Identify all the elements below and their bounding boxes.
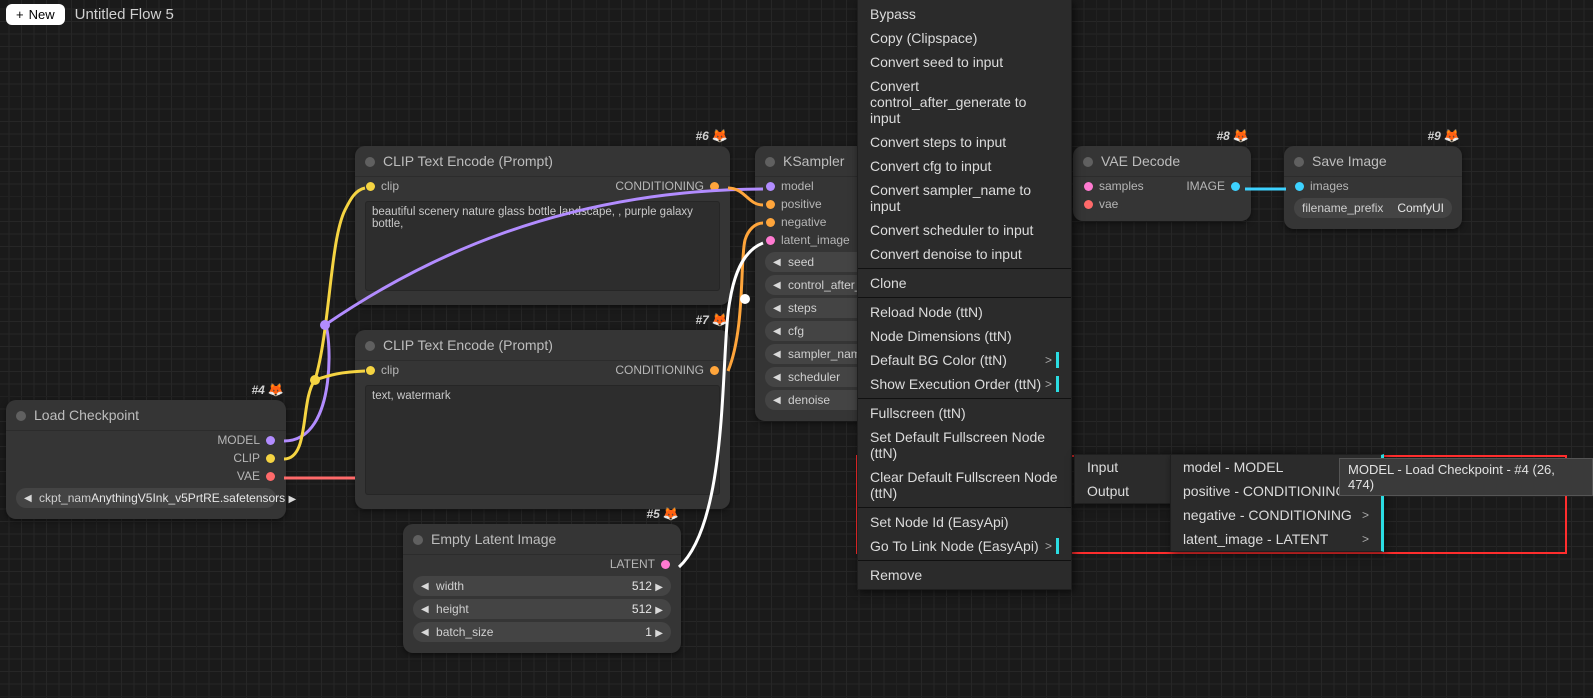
input-samples[interactable]: samples [1078,179,1144,193]
flow-title[interactable]: Untitled Flow 5 [75,6,174,23]
node-load-checkpoint[interactable]: #4🦊 Load Checkpoint MODEL CLIP VAE ◀ ckp… [6,400,286,519]
widget-batch-size[interactable]: ◀ batch_size1 ▶ [413,622,671,642]
menu-item[interactable]: Convert seed to input [858,50,1071,74]
menu-item[interactable]: Remove [858,563,1071,587]
submenu-item[interactable]: latent_image - LATENT> [1171,527,1381,551]
node-title: Save Image [1312,153,1387,169]
new-button[interactable]: + New [6,4,65,25]
widget-ckpt-name[interactable]: ◀ ckpt_nam AnythingV5Ink_v5PrtRE.safeten… [16,488,276,508]
reroute-model[interactable] [320,320,330,330]
menu-item[interactable]: Go To Link Node (EasyApi)> [858,534,1071,558]
node-clip-encode-negative[interactable]: #7🦊 CLIP Text Encode (Prompt) clip CONDI… [355,330,730,509]
node-title: CLIP Text Encode (Prompt) [383,153,553,169]
output-latent[interactable]: LATENT [610,557,676,571]
node-title: Load Checkpoint [34,407,139,423]
node-title: Empty Latent Image [431,531,556,547]
output-vae[interactable]: VAE [237,469,281,483]
node-title: KSampler [783,153,844,169]
menu-item[interactable]: Bypass [858,2,1071,26]
collapse-icon[interactable] [16,411,26,421]
input-negative[interactable]: negative [760,215,826,229]
input-latent-image[interactable]: latent_image [760,233,850,247]
output-model[interactable]: MODEL [217,433,281,447]
node-header[interactable]: VAE Decode [1073,146,1251,177]
collapse-icon[interactable] [1083,157,1093,167]
node-header[interactable]: CLIP Text Encode (Prompt) [355,330,730,361]
menu-item[interactable]: Fullscreen (ttN) [858,401,1071,425]
input-clip[interactable]: clip [360,363,399,377]
prompt-text[interactable]: text, watermark [365,385,720,495]
node-save-image[interactable]: #9🦊 Save Image images filename_prefixCom… [1284,146,1462,229]
context-link-target[interactable]: MODEL - Load Checkpoint - #4 (26, 474) [1339,458,1593,496]
plus-icon: + [16,7,24,22]
menu-item[interactable]: Convert control_after_generate to input [858,74,1071,130]
menu-item[interactable]: Convert scheduler to input [858,218,1071,242]
input-clip[interactable]: clip [360,179,399,193]
menu-item[interactable]: Convert denoise to input [858,242,1071,266]
menu-item[interactable]: Clear Default Fullscreen Node (ttN) [858,465,1071,505]
node-tag: #9🦊 [1427,128,1460,144]
node-tag: #6🦊 [695,128,728,144]
submenu-item[interactable]: negative - CONDITIONING> [1171,503,1381,527]
new-button-label: New [29,7,55,22]
menu-item[interactable]: Set Default Fullscreen Node (ttN) [858,425,1071,465]
node-tag: #5🦊 [646,506,679,522]
collapse-icon[interactable] [765,157,775,167]
input-positive[interactable]: positive [760,197,822,211]
menu-item[interactable]: Convert cfg to input [858,154,1071,178]
widget-height[interactable]: ◀ height512 ▶ [413,599,671,619]
top-bar: + New Untitled Flow 5 [0,0,180,29]
node-tag: #7🦊 [695,312,728,328]
node-tag: #4🦊 [251,382,284,398]
reroute-latent[interactable] [740,294,750,304]
menu-item[interactable]: Default BG Color (ttN)> [858,348,1071,372]
menu-item[interactable]: Node Dimensions (ttN) [858,324,1071,348]
collapse-icon[interactable] [1294,157,1304,167]
menu-item[interactable]: Convert sampler_name to input [858,178,1071,218]
input-vae[interactable]: vae [1078,197,1118,211]
widget-width[interactable]: ◀ width512 ▶ [413,576,671,596]
node-title: VAE Decode [1101,153,1180,169]
node-header[interactable]: CLIP Text Encode (Prompt) [355,146,730,177]
menu-item[interactable]: Show Execution Order (ttN)> [858,372,1071,396]
node-header[interactable]: Empty Latent Image [403,524,681,555]
node-title: CLIP Text Encode (Prompt) [383,337,553,353]
node-empty-latent-image[interactable]: #5🦊 Empty Latent Image LATENT ◀ width512… [403,524,681,653]
menu-item[interactable]: Clone [858,271,1071,295]
widget-filename-prefix[interactable]: filename_prefixComfyUI [1294,198,1452,218]
node-header[interactable]: Load Checkpoint [6,400,286,431]
output-conditioning[interactable]: CONDITIONING [615,179,725,193]
reroute-clip[interactable] [310,375,320,385]
node-clip-encode-positive[interactable]: #6🦊 CLIP Text Encode (Prompt) clip CONDI… [355,146,730,305]
menu-item[interactable]: Reload Node (ttN) [858,300,1071,324]
output-conditioning[interactable]: CONDITIONING [615,363,725,377]
menu-item[interactable]: Set Node Id (EasyApi) [858,510,1071,534]
menu-item[interactable]: Convert steps to input [858,130,1071,154]
collapse-icon[interactable] [365,341,375,351]
prompt-text[interactable]: beautiful scenery nature glass bottle la… [365,201,720,291]
output-clip[interactable]: CLIP [233,451,281,465]
collapse-icon[interactable] [365,157,375,167]
node-vae-decode[interactable]: #8🦊 VAE Decode samples IMAGE vae [1073,146,1251,221]
context-menu[interactable]: BypassCopy (Clipspace)Convert seed to in… [857,0,1072,590]
input-images[interactable]: images [1289,179,1349,193]
node-tag: #8🦊 [1216,128,1249,144]
collapse-icon[interactable] [413,535,423,545]
input-model[interactable]: model [760,179,814,193]
menu-item[interactable]: Copy (Clipspace) [858,26,1071,50]
output-image[interactable]: IMAGE [1186,179,1246,193]
node-header[interactable]: Save Image [1284,146,1462,177]
